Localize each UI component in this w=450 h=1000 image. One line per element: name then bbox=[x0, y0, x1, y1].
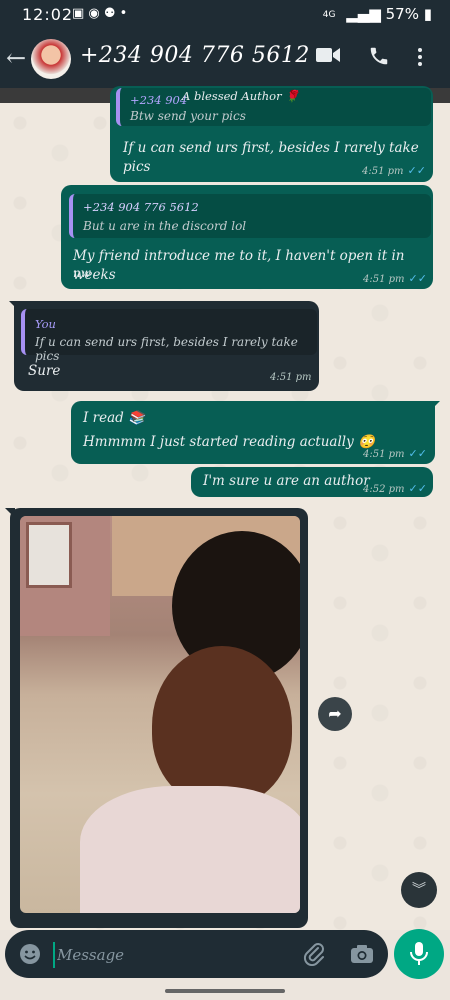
message-bubble-outgoing[interactable]: +234 904 A blessed Author 🌹 Btw send you… bbox=[110, 86, 433, 182]
battery-level: 57% bbox=[385, 5, 419, 23]
photo-face bbox=[152, 646, 292, 806]
read-ticks-icon: ✓✓ bbox=[408, 272, 427, 285]
contact-name[interactable]: +234 904 776 5612 bbox=[80, 43, 310, 68]
photo-window bbox=[26, 522, 72, 588]
emoji-icon[interactable] bbox=[19, 943, 41, 969]
quoted-message[interactable]: +234 904 776 5612 But u are in the disco… bbox=[69, 194, 431, 238]
paperclip-icon[interactable] bbox=[303, 942, 325, 970]
quote-author: +234 904 bbox=[130, 93, 188, 107]
photo-dress bbox=[80, 786, 300, 913]
quote-author: +234 904 776 5612 bbox=[83, 200, 199, 214]
chevrons-down-icon[interactable]: ︾ bbox=[401, 872, 437, 908]
video-camera-icon[interactable] bbox=[316, 46, 340, 68]
status-bar: 12:02 ▣ ◉ ⚉ • 4G ▂▄▆ 57% ▮ bbox=[0, 0, 450, 30]
notification-icons: ▣ ◉ ⚉ • bbox=[72, 6, 128, 21]
status-right: 4G ▂▄▆ 57% ▮ bbox=[323, 5, 432, 23]
message-meta: 4:51 pm ✓✓ bbox=[363, 272, 427, 285]
message-time: 4:51 pm bbox=[362, 166, 404, 177]
contact-avatar[interactable] bbox=[31, 39, 71, 79]
camera-icon[interactable] bbox=[350, 943, 374, 969]
message-time: 4:51 pm bbox=[363, 449, 405, 460]
battery-icon: ▮ bbox=[423, 5, 432, 23]
message-meta: 4:52 pm ✓✓ bbox=[363, 482, 427, 495]
image-message-bubble[interactable] bbox=[10, 508, 308, 928]
message-time: 4:52 pm bbox=[363, 484, 405, 495]
message-meta: 4:51 pm ✓✓ bbox=[363, 447, 427, 460]
system-nav-bar bbox=[0, 982, 450, 1000]
more-vertical-icon[interactable] bbox=[418, 45, 424, 69]
quoted-message[interactable]: +234 904 A blessed Author 🌹 Btw send you… bbox=[116, 88, 431, 126]
microphone-icon bbox=[410, 942, 428, 965]
microphone-button[interactable] bbox=[394, 929, 444, 979]
message-composer bbox=[5, 930, 388, 978]
received-photo[interactable] bbox=[20, 516, 300, 913]
read-ticks-icon: ✓✓ bbox=[408, 447, 427, 460]
message-time: 4:51 pm bbox=[270, 372, 312, 383]
phone-icon[interactable] bbox=[368, 45, 390, 71]
quote-author: You bbox=[35, 317, 56, 331]
network-type: 4G bbox=[322, 9, 336, 20]
message-text: Sure bbox=[28, 363, 61, 379]
message-time: 4:51 pm bbox=[363, 274, 405, 285]
message-text: Hmmmm I just started reading actually 😳 bbox=[83, 434, 375, 450]
message-text: I read 📚 bbox=[83, 410, 145, 426]
home-gesture-handle[interactable] bbox=[165, 989, 285, 993]
message-bubble-outgoing[interactable]: I'm sure u are an author 4:52 pm ✓✓ bbox=[191, 467, 433, 497]
signal-icon: ▂▄▆ bbox=[346, 5, 381, 23]
read-ticks-icon: ✓✓ bbox=[407, 164, 426, 177]
message-text: nw bbox=[73, 266, 91, 280]
message-bubble-outgoing[interactable]: +234 904 776 5612 But u are in the disco… bbox=[61, 185, 433, 289]
message-text: I'm sure u are an author bbox=[203, 473, 370, 489]
message-meta: 4:51 pm ✓✓ bbox=[362, 164, 426, 177]
quote-text: Btw send your pics bbox=[130, 109, 246, 123]
quote-text: But u are in the discord lol bbox=[83, 219, 247, 233]
back-arrow-icon[interactable]: ← bbox=[6, 44, 26, 72]
status-time: 12:02 bbox=[22, 5, 74, 24]
read-ticks-icon: ✓✓ bbox=[408, 482, 427, 495]
message-bubble-outgoing[interactable]: I read 📚 Hmmmm I just started reading ac… bbox=[71, 401, 435, 464]
message-input[interactable] bbox=[53, 942, 289, 968]
quoted-message[interactable]: You If u can send urs first, besides I r… bbox=[21, 309, 317, 363]
message-bubble-incoming[interactable]: You If u can send urs first, besides I r… bbox=[14, 301, 319, 391]
quote-text: If u can send urs first, besides I rarel… bbox=[35, 335, 298, 363]
chat-header: ← +234 904 776 5612 bbox=[0, 30, 450, 88]
forward-icon[interactable]: ➦ bbox=[318, 697, 352, 731]
quote-overlay-text: A blessed Author 🌹 bbox=[182, 89, 300, 103]
